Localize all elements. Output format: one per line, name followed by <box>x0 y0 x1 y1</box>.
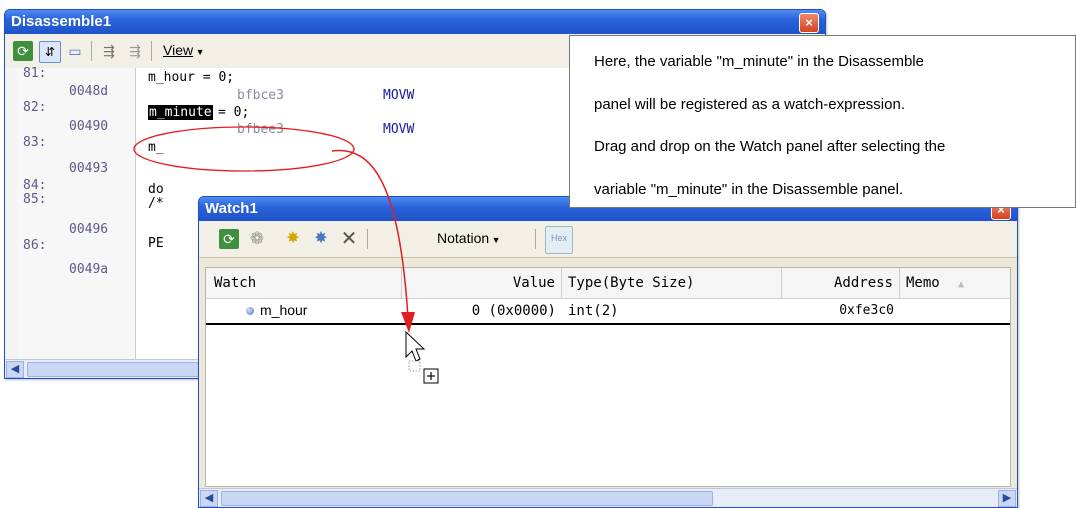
column-header-value[interactable]: Value <box>402 268 562 298</box>
column-header-watch-label: Watch <box>214 275 257 291</box>
mnemonic: MOVW <box>383 88 415 103</box>
column-header-row: Watch Value Type(Byte Size) Address Memo… <box>206 268 1010 299</box>
column-header-address[interactable]: Address <box>782 268 900 298</box>
watch-panel: Watch1 × ⟳ ❁ ✸ ✸ ✕ Notation ▼ Hex Watch … <box>198 196 1018 508</box>
delete-icon[interactable]: ✕ <box>339 229 359 249</box>
disassemble-titlebar[interactable]: Disassemble1 <box>5 10 825 34</box>
line-number: 85: <box>23 192 47 207</box>
variable-icon <box>246 307 254 315</box>
insert-icon[interactable]: ✸ <box>311 229 331 249</box>
callout-line: panel will be registered as a watch-expr… <box>594 96 905 113</box>
column-header-type-label: Type(Byte Size) <box>568 275 695 291</box>
sort-icon: ▲ <box>958 279 965 290</box>
update-icon[interactable]: ❁ <box>247 229 267 249</box>
close-icon[interactable]: × <box>799 13 819 33</box>
source-line-rest[interactable]: = 0; <box>218 105 249 120</box>
source-line[interactable]: /* <box>148 196 164 211</box>
column-header-memo-label: Memo <box>906 275 940 291</box>
add-watch-icon[interactable]: ✸ <box>283 229 303 249</box>
address: 0049a <box>69 262 109 277</box>
notation-menu[interactable]: Notation ▼ <box>437 230 501 246</box>
source-line[interactable]: PE <box>148 236 164 251</box>
watch-value-cell[interactable]: 0 (0x0000) <box>402 303 556 319</box>
watch-title: Watch1 <box>205 200 258 217</box>
scrollbar-thumb[interactable] <box>221 491 713 506</box>
address: 00490 <box>69 119 109 134</box>
address: 0048d <box>69 84 109 99</box>
go-to-icon[interactable]: ⇶ <box>99 41 119 61</box>
line-number: 82: <box>23 100 47 115</box>
callout-line: Drag and drop on the Watch panel after s… <box>594 138 946 155</box>
watch-toolbar: ⟳ ❁ ✸ ✸ ✕ Notation ▼ Hex <box>199 221 1017 258</box>
instruction-code: bfbce3 <box>237 88 284 103</box>
instruction-code: bfbee3 <box>237 122 284 137</box>
source-line[interactable]: m_ <box>148 140 164 155</box>
watch-name-cell[interactable]: m_hour <box>260 302 307 318</box>
annotation-callout: Here, the variable "m_minute" in the Dis… <box>569 35 1076 208</box>
line-number: 81: <box>23 66 47 81</box>
line-number: 84: <box>23 178 47 193</box>
scrollbar-thumb[interactable] <box>27 362 199 377</box>
refresh-icon[interactable]: ⟳ <box>219 229 239 249</box>
disassemble-title: Disassemble1 <box>11 13 112 30</box>
selected-variable[interactable]: m_minute <box>148 105 213 120</box>
toolbar-separator <box>91 41 92 61</box>
column-header-memo[interactable]: Memo ▲ <box>900 268 980 298</box>
notation-menu-label: Notation <box>437 230 490 246</box>
source-line[interactable]: m_hour = 0; <box>148 70 234 85</box>
scroll-left-icon[interactable]: ◀ <box>200 490 218 507</box>
toolbar-separator <box>151 41 152 61</box>
chevron-down-icon: ▼ <box>489 235 501 245</box>
column-header-watch[interactable]: Watch <box>206 268 402 298</box>
column-header-type[interactable]: Type(Byte Size) <box>562 268 782 298</box>
scroll-right-icon[interactable]: ▶ <box>998 490 1016 507</box>
address: 00496 <box>69 222 109 237</box>
watch-address-cell: 0xfe3c0 <box>839 303 894 318</box>
hex-label: Hex <box>550 233 567 243</box>
view-menu[interactable]: View ▼ <box>163 42 205 58</box>
chevron-down-icon: ▼ <box>193 47 205 57</box>
symbol-icon[interactable]: ⇶ <box>125 41 145 61</box>
horizontal-scrollbar[interactable]: ◀ ▶ <box>199 488 1017 507</box>
scroll-left-icon[interactable]: ◀ <box>6 361 24 378</box>
column-header-value-label: Value <box>512 275 555 291</box>
callout-line: variable "m_minute" in the Disassemble p… <box>594 181 904 198</box>
mixed-display-icon[interactable]: ⇵ <box>39 41 61 63</box>
view-menu-label: View <box>163 42 194 58</box>
source-line[interactable]: do <box>148 182 164 197</box>
callout-line: Here, the variable "m_minute" in the Dis… <box>594 53 924 70</box>
watch-type-cell: int(2) <box>568 303 619 319</box>
refresh-icon[interactable]: ⟳ <box>13 41 33 61</box>
toolbar-separator <box>367 229 368 249</box>
table-row[interactable]: m_hour 0 (0x0000) int(2) 0xfe3c0 <box>206 299 1010 325</box>
hex-toggle-icon[interactable]: Hex <box>545 226 573 254</box>
save-icon[interactable]: ▭ <box>65 41 85 61</box>
watch-grid[interactable]: Watch Value Type(Byte Size) Address Memo… <box>205 267 1011 487</box>
line-number: 86: <box>23 238 47 253</box>
mnemonic: MOVW <box>383 122 415 137</box>
column-header-address-label: Address <box>833 275 893 291</box>
toolbar-separator <box>535 229 536 249</box>
address: 00493 <box>69 161 109 176</box>
line-number: 83: <box>23 135 47 150</box>
